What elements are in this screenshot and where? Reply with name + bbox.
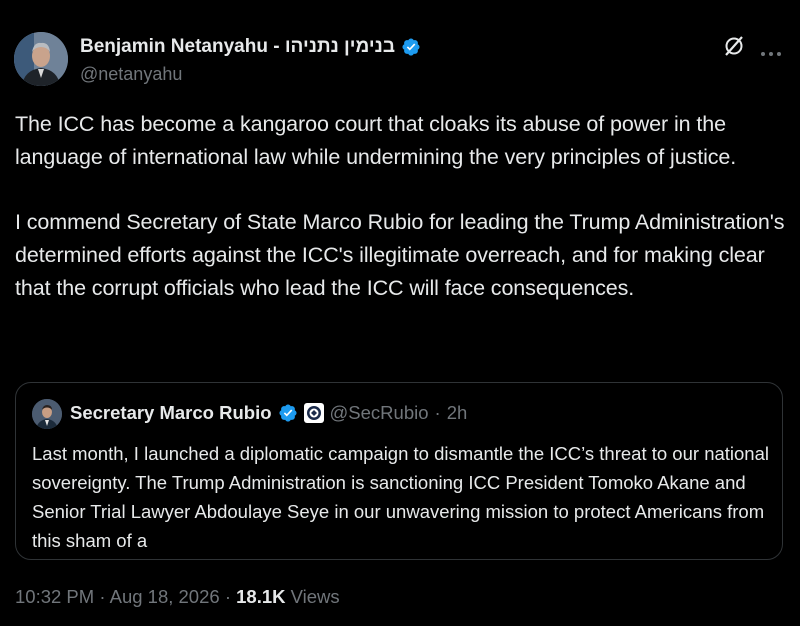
quoted-timestamp[interactable]: 2h: [447, 402, 468, 424]
tweet-paragraph: The ICC has become a kangaroo court that…: [15, 112, 737, 169]
quoted-tweet[interactable]: Secretary Marco Rubio @SecRubio · 2h Las…: [15, 382, 783, 560]
author-name[interactable]: Benjamin Netanyahu - בנימין נתניהו: [80, 36, 395, 58]
quoted-author-name[interactable]: Secretary Marco Rubio: [70, 402, 272, 424]
quoted-tweet-text: Last month, I launched a diplomatic camp…: [32, 443, 769, 551]
quoted-author-handle[interactable]: @SecRubio: [330, 402, 429, 424]
tweet-card: Benjamin Netanyahu - בנימין נתניהו @neta…: [0, 0, 800, 626]
tweet-timestamp[interactable]: 10:32 PM · Aug 18, 2026 ·: [15, 586, 231, 607]
quoted-tweet-header: Secretary Marco Rubio @SecRubio · 2h: [70, 402, 467, 424]
tweet-text: The ICC has become a kangaroo court that…: [15, 108, 790, 305]
grok-icon[interactable]: [722, 34, 746, 58]
separator-dot: ·: [434, 402, 441, 423]
tweet-meta: 10:32 PM · Aug 18, 2026 · 18.1K Views: [15, 586, 340, 608]
quoted-author-avatar[interactable]: [32, 399, 62, 429]
views-label: Views: [290, 586, 340, 607]
author-handle[interactable]: @netanyahu: [80, 64, 182, 85]
verified-badge-icon: [401, 37, 421, 57]
author-name-row: Benjamin Netanyahu - בנימין נתניהו: [80, 36, 421, 58]
author-avatar[interactable]: [14, 32, 68, 86]
views-count[interactable]: 18.1K: [236, 586, 285, 607]
tweet-paragraph: I commend Secretary of State Marco Rubio…: [15, 210, 785, 300]
more-options-icon[interactable]: [760, 44, 782, 56]
verified-badge-icon: [278, 403, 298, 423]
government-seal-icon: [303, 403, 324, 423]
